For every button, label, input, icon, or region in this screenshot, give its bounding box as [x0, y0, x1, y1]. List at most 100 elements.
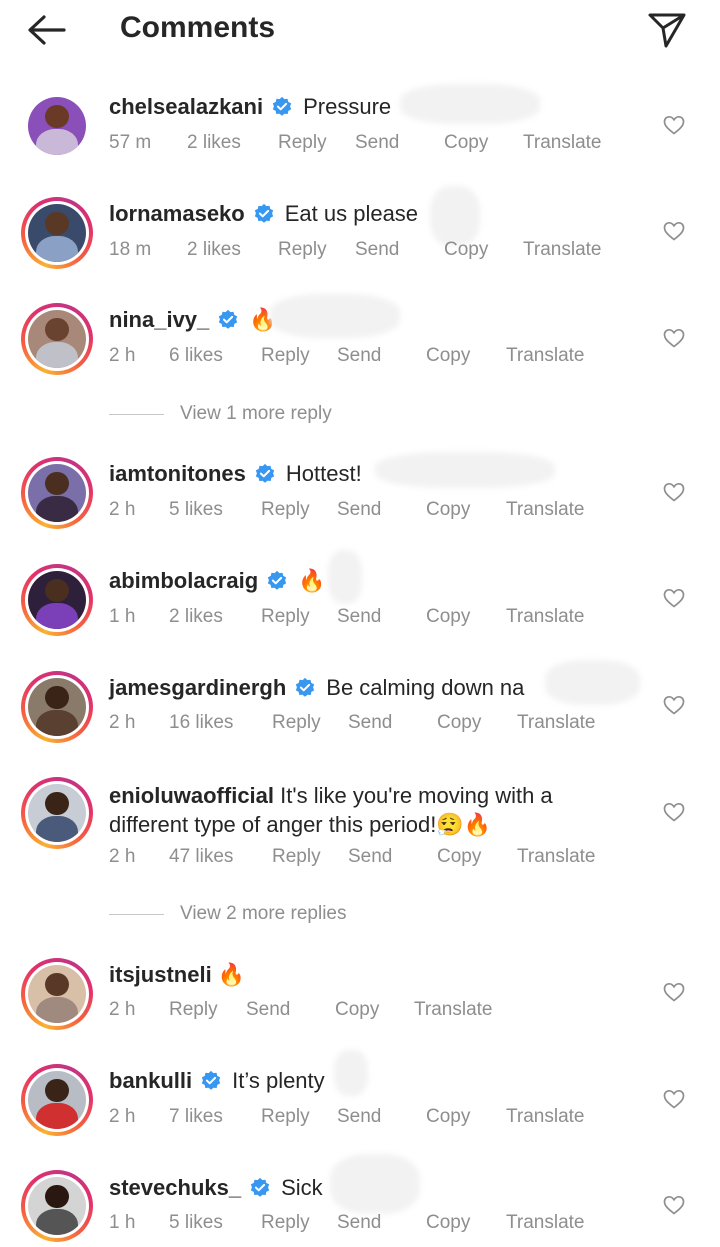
avatar[interactable] [21, 958, 93, 1030]
comment-likes[interactable]: 6 likes [169, 345, 223, 367]
comment-username[interactable]: lornamaseko [109, 201, 245, 227]
copy-button[interactable]: Copy [437, 846, 481, 868]
avatar[interactable] [21, 457, 93, 529]
send-button[interactable]: Send [337, 606, 381, 628]
avatar[interactable] [21, 671, 93, 743]
comment-username[interactable]: stevechuks_ [109, 1175, 241, 1201]
send-button[interactable]: Send [246, 999, 290, 1021]
heart-icon[interactable] [662, 693, 686, 717]
verified-badge-icon [219, 309, 238, 329]
comment-time: 2 h [109, 712, 136, 733]
avatar[interactable] [21, 564, 93, 636]
heart-icon[interactable] [662, 113, 686, 137]
comment-username[interactable]: jamesgardinergh [109, 675, 286, 701]
reply-button[interactable]: Reply [272, 846, 321, 868]
verified-badge-icon [296, 677, 315, 697]
reply-button[interactable]: Reply [278, 132, 327, 154]
copy-button[interactable]: Copy [444, 132, 488, 154]
comment-likes[interactable]: 2 likes [169, 606, 223, 628]
comment-username[interactable]: nina_ivy_ [109, 307, 209, 333]
reply-button[interactable]: Reply [169, 999, 218, 1021]
reply-button[interactable]: Reply [261, 499, 310, 521]
avatar[interactable] [21, 303, 93, 375]
comments-list: chelsealazkani Pressure 57 m 2 likes Rep… [0, 0, 720, 1247]
view-more-label[interactable]: View 2 more replies [180, 903, 347, 925]
comment-time: 2 h [109, 499, 136, 520]
comment-likes[interactable]: 7 likes [169, 1106, 223, 1128]
reply-button[interactable]: Reply [261, 345, 310, 367]
view-more-replies[interactable]: View 1 more reply [109, 400, 409, 430]
view-more-replies[interactable]: View 2 more replies [109, 900, 409, 930]
verified-badge-icon [250, 1177, 270, 1197]
heart-icon[interactable] [662, 586, 686, 610]
copy-button[interactable]: Copy [335, 999, 379, 1021]
comment-time: 1 h [109, 606, 136, 627]
copy-button[interactable]: Copy [426, 1106, 470, 1128]
comment-username[interactable]: itsjustneli [109, 962, 212, 988]
comment-text: Pressure [303, 94, 392, 119]
heart-icon[interactable] [662, 326, 686, 350]
send-button[interactable]: Send [337, 1212, 381, 1234]
copy-button[interactable]: Copy [444, 239, 488, 261]
copy-button[interactable]: Copy [437, 712, 481, 734]
comment-username[interactable]: abimbolacraig [109, 568, 258, 594]
send-button[interactable]: Send [355, 132, 399, 154]
verified-badge-icon [272, 96, 292, 116]
avatar[interactable] [21, 1170, 93, 1242]
heart-icon[interactable] [662, 480, 686, 504]
verified-badge-icon [254, 203, 273, 223]
comment-username[interactable]: bankulli [109, 1068, 192, 1094]
translate-button[interactable]: Translate [517, 846, 596, 868]
comment-likes[interactable]: 2 likes [187, 239, 241, 261]
translate-button[interactable]: Translate [506, 1212, 585, 1234]
comment-text: It's like you're moving with a [280, 783, 553, 808]
translate-button[interactable]: Translate [523, 132, 602, 154]
comment-likes[interactable]: 5 likes [169, 499, 223, 521]
reply-button[interactable]: Reply [261, 606, 310, 628]
heart-icon[interactable] [662, 1087, 686, 1111]
translate-button[interactable]: Translate [517, 712, 596, 734]
send-button[interactable]: Send [348, 846, 392, 868]
reply-button[interactable]: Reply [278, 239, 327, 261]
comment-username[interactable]: enioluwaofficial [109, 783, 274, 808]
avatar[interactable] [21, 1064, 93, 1136]
comment-likes[interactable]: 2 likes [187, 132, 241, 154]
copy-button[interactable]: Copy [426, 345, 470, 367]
comment-username[interactable]: iamtonitones [109, 461, 246, 487]
reply-button[interactable]: Reply [261, 1106, 310, 1128]
reply-button[interactable]: Reply [272, 712, 321, 734]
avatar[interactable] [21, 197, 93, 269]
comment-text: Eat us please [284, 201, 419, 226]
view-more-label[interactable]: View 1 more reply [180, 403, 332, 425]
comment-username[interactable]: chelsealazkani [109, 94, 263, 120]
comment-time: 2 h [109, 999, 136, 1020]
comment-time: 2 h [109, 345, 136, 366]
comment-likes[interactable]: 5 likes [169, 1212, 223, 1234]
verified-badge-icon [267, 570, 287, 590]
translate-button[interactable]: Translate [506, 1106, 585, 1128]
send-button[interactable]: Send [337, 499, 381, 521]
comment-text-continued: different type of anger this period!😮‍💨🔥 [109, 812, 492, 837]
comment-likes[interactable]: 47 likes [169, 846, 233, 868]
comment-likes[interactable]: 16 likes [169, 712, 233, 734]
reply-button[interactable]: Reply [261, 1212, 310, 1234]
translate-button[interactable]: Translate [506, 606, 585, 628]
heart-icon[interactable] [662, 1193, 686, 1217]
copy-button[interactable]: Copy [426, 499, 470, 521]
avatar[interactable] [21, 777, 93, 849]
send-button[interactable]: Send [337, 1106, 381, 1128]
send-button[interactable]: Send [355, 239, 399, 261]
copy-button[interactable]: Copy [426, 606, 470, 628]
copy-button[interactable]: Copy [426, 1212, 470, 1234]
avatar[interactable] [21, 90, 93, 162]
send-button[interactable]: Send [337, 345, 381, 367]
translate-button[interactable]: Translate [523, 239, 602, 261]
send-button[interactable]: Send [348, 712, 392, 734]
translate-button[interactable]: Translate [414, 999, 493, 1021]
translate-button[interactable]: Translate [506, 499, 585, 521]
heart-icon[interactable] [662, 980, 686, 1004]
translate-button[interactable]: Translate [506, 345, 585, 367]
verified-badge-icon [255, 463, 275, 483]
heart-icon[interactable] [662, 219, 686, 243]
heart-icon[interactable] [662, 800, 686, 824]
